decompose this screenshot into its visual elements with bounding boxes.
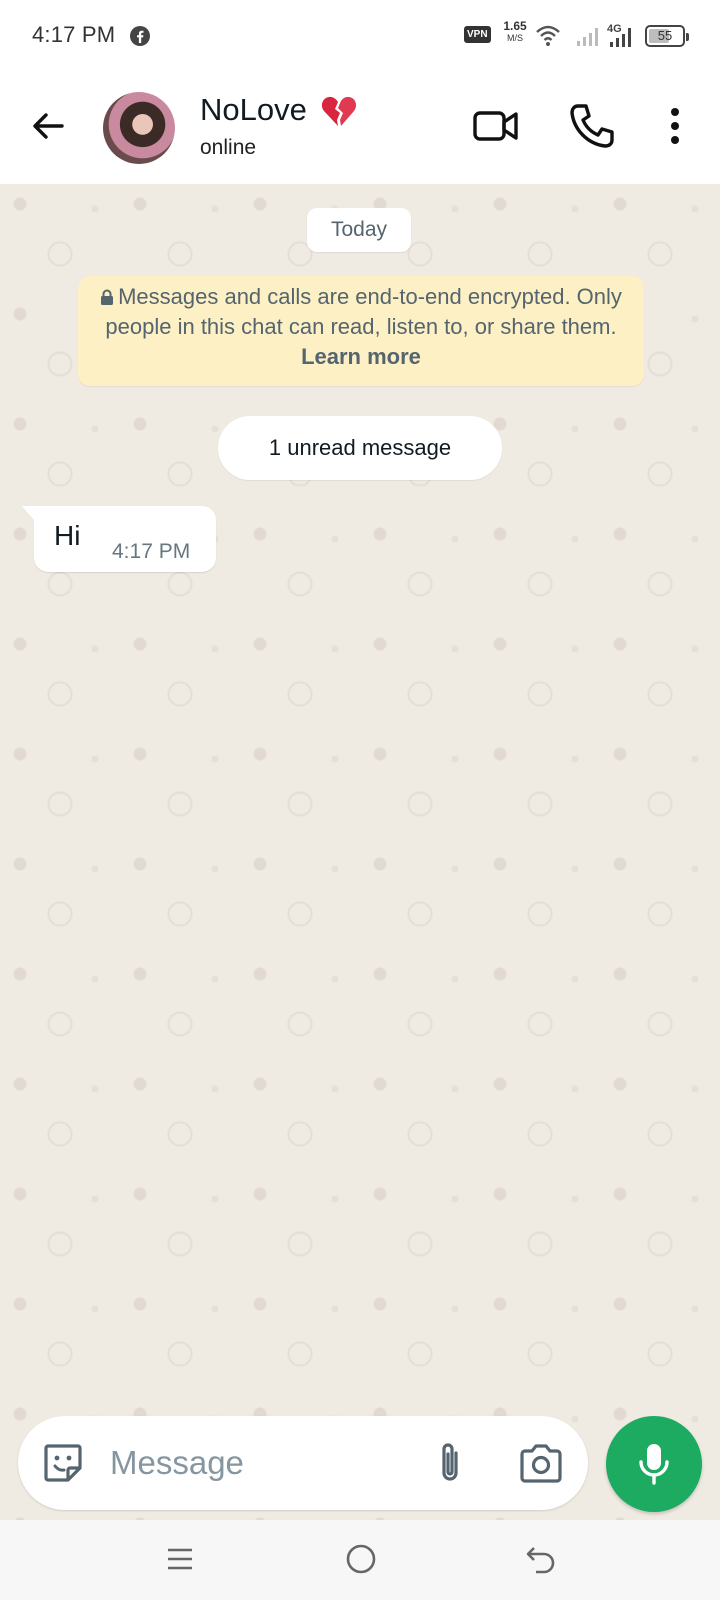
wifi-icon	[536, 25, 560, 46]
message-composer	[18, 1416, 588, 1510]
message-input[interactable]	[110, 1436, 410, 1490]
status-time: 4:17 PM	[32, 22, 116, 47]
contact-status: online	[200, 136, 257, 159]
speed-unit: M/S	[506, 33, 523, 43]
signal-sim1-icon	[577, 28, 598, 46]
network-type: 4G	[607, 23, 622, 35]
video-camera-icon[interactable]	[472, 102, 520, 150]
menu-icon[interactable]	[164, 1542, 196, 1576]
back-arrow-icon[interactable]	[28, 106, 68, 146]
system-navigation-bar	[0, 1520, 720, 1600]
network-speed: 1.65 M/S	[498, 20, 532, 44]
sticker-icon[interactable]	[42, 1442, 84, 1484]
unread-messages-divider: 1 unread message	[218, 416, 502, 480]
contact-avatar[interactable]	[103, 92, 175, 164]
back-nav-icon[interactable]	[524, 1542, 558, 1576]
lock-icon	[101, 289, 114, 305]
learn-more-link[interactable]: Learn more	[301, 344, 421, 369]
incoming-message[interactable]: Hi 4:17 PM	[22, 506, 216, 572]
status-bar: 4:17 PM VPN 1.65 M/S 4G 55	[0, 0, 720, 72]
encryption-text: Messages and calls are end-to-end encryp…	[105, 284, 622, 339]
microphone-button[interactable]	[606, 1416, 702, 1512]
battery-indicator: 55	[645, 25, 689, 47]
vpn-badge: VPN	[464, 26, 491, 43]
facebook-icon	[130, 26, 150, 46]
encryption-notice[interactable]: Messages and calls are end-to-end encryp…	[78, 276, 644, 386]
dots-vertical-icon[interactable]	[660, 102, 690, 150]
chat-area[interactable]: Today Messages and calls are end-to-end …	[0, 184, 720, 1520]
contact-name[interactable]: NoLove	[200, 92, 307, 128]
battery-level: 55	[657, 28, 673, 43]
microphone-icon	[639, 1444, 669, 1485]
broken-heart-icon	[321, 96, 357, 126]
message-time: 4:17 PM	[112, 540, 191, 563]
phone-icon[interactable]	[568, 102, 616, 150]
date-divider: Today	[307, 208, 411, 252]
paperclip-icon[interactable]	[430, 1440, 470, 1486]
camera-icon[interactable]	[518, 1442, 564, 1484]
speed-value: 1.65	[503, 19, 527, 33]
home-icon[interactable]	[344, 1542, 378, 1576]
chat-header: NoLove online	[0, 72, 720, 184]
message-text: Hi	[54, 520, 81, 551]
signal-sim2-icon: 4G	[607, 23, 631, 47]
